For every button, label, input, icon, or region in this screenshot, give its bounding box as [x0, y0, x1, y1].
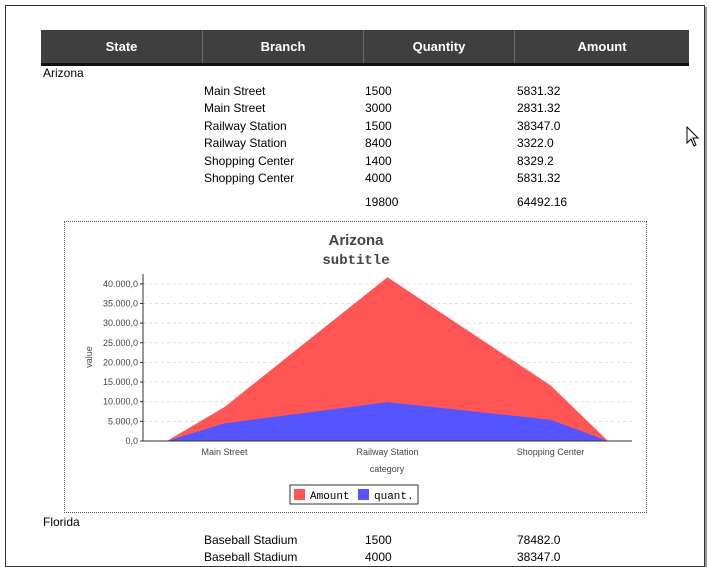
group-state-label: Arizona	[43, 66, 84, 80]
y-tick-label: 5.000,0	[108, 416, 138, 426]
group-state-label: Florida	[43, 515, 80, 529]
branch-cell: Railway Station	[204, 119, 287, 133]
y-tick-label: 20.000,0	[103, 357, 138, 367]
quantity-cell: 8400	[365, 136, 392, 150]
quantity-cell: 3000	[365, 101, 392, 115]
area-chart: Arizona subtitle 0,0 5.000,0 10.000,0 15.00…	[84, 232, 632, 505]
y-tick-label: 35.000,0	[103, 298, 138, 308]
branch-cell: Main Street	[204, 101, 266, 115]
chart-container: Arizona subtitle 0,0 5.000,0 10.000,0 15.00…	[64, 221, 647, 513]
x-tick-label: Railway Station	[356, 447, 418, 457]
y-tick-label: 15.000,0	[103, 377, 138, 387]
amount-cell: 3322.0	[517, 136, 554, 150]
y-tick-label: 0,0	[125, 436, 138, 446]
quantity-cell: 1500	[365, 119, 392, 133]
quantity-cell: 1500	[365, 84, 392, 98]
amount-cell: 78482.0	[517, 533, 561, 547]
chart-subtitle: subtitle	[322, 253, 389, 269]
x-tick-label: Main Street	[201, 447, 248, 457]
amount-cell: 38347.0	[517, 119, 561, 133]
table-header: State Branch Quantity Amount	[41, 30, 689, 66]
y-tick-label: 10.000,0	[103, 397, 138, 407]
total-quantity: 19800	[365, 195, 399, 209]
branch-cell: Main Street	[204, 84, 266, 98]
mouse-pointer-icon	[686, 126, 700, 147]
legend-swatch-quantity	[358, 489, 369, 500]
quantity-cell: 4000	[365, 550, 392, 564]
chart-title: Arizona	[328, 232, 384, 249]
amount-cell: 2831.32	[517, 101, 561, 115]
branch-cell: Baseball Stadium	[204, 533, 298, 547]
chart-legend: Amount quant.	[289, 484, 419, 505]
y-tick-label: 30.000,0	[103, 318, 138, 328]
column-header-branch: Branch	[202, 30, 363, 63]
branch-cell: Shopping Center	[204, 171, 295, 185]
y-axis-label: value	[84, 346, 94, 368]
y-axis-ticks: 0,0 5.000,0 10.000,0 15.000,0 20.000,0 25.000…	[103, 279, 143, 446]
branch-cell: Shopping Center	[204, 154, 295, 168]
legend-swatch-amount	[294, 489, 305, 500]
amount-cell: 5831.32	[517, 171, 561, 185]
total-amount: 64492.16	[517, 195, 568, 209]
y-tick-label: 40.000,0	[103, 279, 138, 289]
branch-cell: Baseball Stadium	[204, 550, 298, 564]
y-tick-label: 25.000,0	[103, 338, 138, 348]
x-axis-ticks: Main Street Railway Station Shopping Cente…	[201, 447, 584, 457]
column-header-quantity: Quantity	[363, 30, 514, 63]
amount-cell: 38347.0	[517, 550, 561, 564]
column-header-state: State	[105, 39, 138, 54]
amount-cell: 8329.2	[517, 154, 554, 168]
quantity-cell: 1500	[365, 533, 392, 547]
quantity-cell: 1400	[365, 154, 392, 168]
x-axis-label: category	[370, 464, 405, 474]
legend-label-quantity: quant.	[374, 491, 414, 503]
chart-areas	[167, 277, 608, 441]
column-header-amount: Amount	[514, 30, 689, 63]
branch-cell: Railway Station	[204, 136, 287, 150]
quantity-cell: 4000	[365, 171, 392, 185]
legend-label-amount: Amount	[310, 491, 350, 503]
amount-cell: 5831.32	[517, 84, 561, 98]
x-tick-label: Shopping Center	[517, 447, 585, 457]
